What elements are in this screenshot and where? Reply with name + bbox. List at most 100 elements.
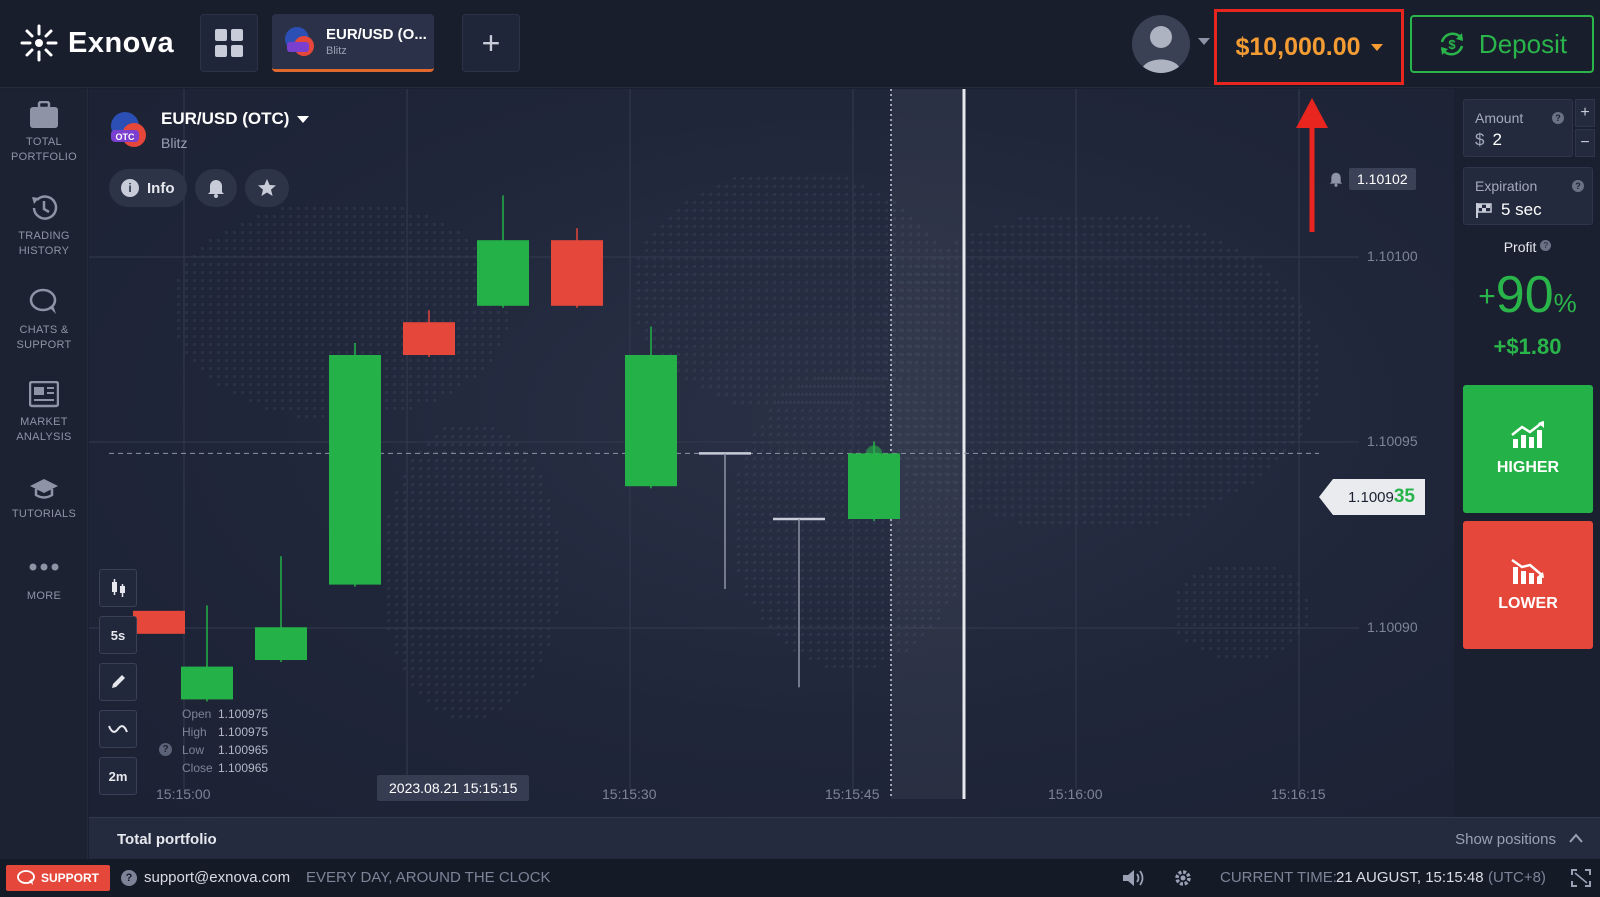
map-dot [693, 353, 696, 356]
map-dot [241, 303, 244, 306]
map-dot [489, 343, 492, 346]
map-dot [653, 289, 656, 292]
map-dot [1179, 513, 1182, 516]
map-dot [1099, 337, 1102, 340]
map-dot [801, 425, 804, 428]
map-dot [201, 335, 204, 338]
price-chart[interactable] [89, 89, 1454, 817]
map-dot [491, 635, 494, 638]
sidebar-item-tutorials[interactable]: TUTORIALS [0, 477, 88, 522]
map-dot [809, 633, 812, 636]
map-dot [443, 587, 446, 590]
map-dot [539, 611, 542, 614]
deposit-button[interactable]: $ Deposit [1410, 15, 1594, 73]
map-dot [1219, 337, 1222, 340]
map-dot [345, 303, 348, 306]
map-dot [467, 539, 470, 542]
avatar-chevron-down-icon[interactable] [1198, 38, 1210, 45]
map-dot [273, 367, 276, 370]
map-dot [241, 279, 244, 282]
map-dot [419, 603, 422, 606]
map-dot [765, 265, 768, 268]
map-dot [1099, 281, 1102, 284]
sidebar-item-market-analysis[interactable]: MARKET ANALYSIS [0, 381, 88, 445]
map-dot [685, 281, 688, 284]
map-dot [1083, 417, 1086, 420]
user-avatar[interactable] [1132, 15, 1190, 73]
map-dot [547, 611, 550, 614]
sidebar-item-total-portfolio[interactable]: TOTAL PORTFOLIO [0, 101, 88, 165]
map-dot [701, 217, 704, 220]
map-dot [491, 499, 494, 502]
map-dot [817, 449, 820, 452]
map-dot [845, 385, 848, 388]
map-dot [861, 281, 864, 284]
map-dot [459, 427, 462, 430]
map-dot [1235, 273, 1238, 276]
map-dot [225, 271, 228, 274]
map-dot [995, 457, 998, 460]
map-dot [515, 483, 518, 486]
map-dot [813, 225, 816, 228]
map-dot [829, 361, 832, 364]
map-dot [1171, 353, 1174, 356]
sidebar-item-more[interactable]: MORE [0, 561, 88, 604]
map-dot [757, 337, 760, 340]
map-dot [805, 369, 808, 372]
brand-logo[interactable]: Exnova [20, 24, 174, 62]
map-dot [1091, 297, 1094, 300]
map-dot [507, 579, 510, 582]
map-dot [217, 383, 220, 386]
map-dot [305, 247, 308, 250]
map-dot [473, 287, 476, 290]
map-dot [1171, 281, 1174, 284]
asset-grid-button[interactable] [200, 14, 258, 72]
map-dot [685, 249, 688, 252]
sidebar-item-chats-support[interactable]: CHATS & SUPPORT [0, 287, 88, 353]
map-dot [677, 297, 680, 300]
map-dot [1099, 289, 1102, 292]
map-dot [201, 319, 204, 322]
map-dot [733, 337, 736, 340]
map-dot [281, 343, 284, 346]
map-dot [1027, 473, 1030, 476]
chart-area[interactable]: OTC EUR/USD (OTC) Blitz i Info 1.10102 1… [89, 89, 1454, 817]
map-dot [1059, 425, 1062, 428]
map-dot [1235, 393, 1238, 396]
map-dot [761, 489, 764, 492]
map-dot [653, 313, 656, 316]
newspaper-icon [29, 381, 59, 408]
map-dot [1035, 345, 1038, 348]
map-dot [1195, 369, 1198, 372]
map-dot [717, 193, 720, 196]
map-dot [1035, 393, 1038, 396]
map-dot [805, 201, 808, 204]
map-dot [841, 433, 844, 436]
map-dot [411, 507, 414, 510]
map-dot [677, 225, 680, 228]
map-dot [861, 345, 864, 348]
sidebar-item-trading-history[interactable]: TRADING HISTORY [0, 193, 88, 259]
map-dot [465, 287, 468, 290]
map-dot [865, 569, 868, 572]
asset-tab-eurusd[interactable]: EUR/USD (O... Blitz [272, 14, 434, 72]
map-dot [745, 529, 748, 532]
map-dot [281, 279, 284, 282]
map-dot [769, 521, 772, 524]
map-dot [833, 425, 836, 428]
map-dot [1203, 297, 1206, 300]
map-dot [1003, 417, 1006, 420]
add-asset-button[interactable]: + [462, 14, 520, 72]
map-dot [1099, 385, 1102, 388]
map-dot [401, 303, 404, 306]
map-dot [459, 715, 462, 718]
balance-selector[interactable]: $10,000.00 [1214, 9, 1404, 85]
map-dot [345, 215, 348, 218]
map-dot [387, 523, 390, 526]
map-dot [337, 271, 340, 274]
map-dot [1139, 265, 1142, 268]
map-dot [329, 351, 332, 354]
map-dot [1163, 329, 1166, 332]
map-dot [1091, 265, 1094, 268]
map-dot [1099, 393, 1102, 396]
